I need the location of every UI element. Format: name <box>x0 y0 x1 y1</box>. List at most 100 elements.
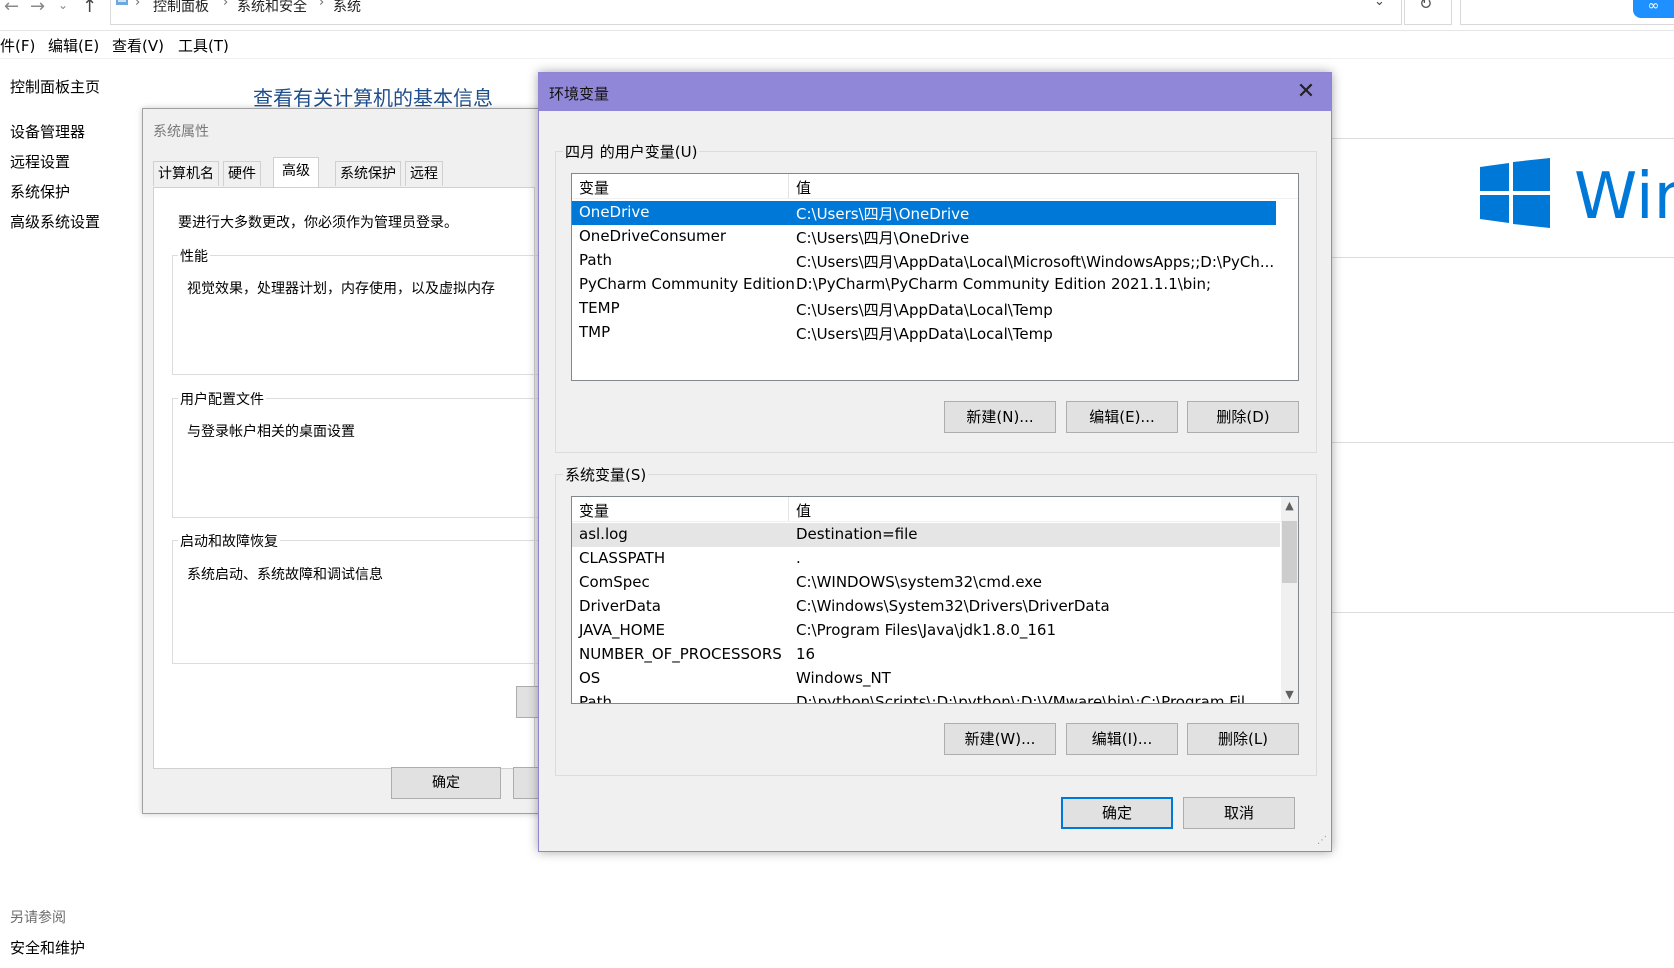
scroll-down-icon[interactable]: ▼ <box>1281 688 1298 701</box>
scrollbar-thumb[interactable] <box>1282 521 1297 583</box>
breadcrumb-system[interactable]: 系统 <box>333 0 361 16</box>
var-value: C:\Users\四月\OneDrive <box>796 205 970 223</box>
user-var-row[interactable]: PyCharm Community Edition D:\PyCharm\PyC… <box>572 273 1276 297</box>
var-name: PyCharm Community Edition <box>579 275 795 293</box>
var-name: TEMP <box>579 299 620 317</box>
see-also-security-link[interactable]: 安全和维护 <box>10 937 85 958</box>
var-name: CLASSPATH <box>579 549 666 567</box>
scroll-up-icon[interactable]: ▲ <box>1281 499 1298 512</box>
address-dropdown-icon[interactable]: ⌄ <box>1374 0 1385 9</box>
list-header: 变量 值 <box>572 174 1298 199</box>
cloud-badge-icon[interactable]: ∞ <box>1633 0 1674 18</box>
breadcrumb-system-security[interactable]: 系统和安全 <box>237 0 307 16</box>
performance-group <box>172 255 554 375</box>
system-delete-button[interactable]: 删除(L) <box>1187 723 1299 755</box>
var-name: OneDrive <box>579 203 650 221</box>
forward-arrow-icon[interactable]: → <box>30 0 45 17</box>
system-new-button[interactable]: 新建(W)... <box>944 723 1056 755</box>
system-var-row[interactable]: OS Windows_NT <box>572 667 1280 691</box>
user-variables-list[interactable]: 变量 值 OneDrive C:\Users\四月\OneDrive OneDr… <box>571 173 1299 381</box>
user-var-row[interactable]: TMP C:\Users\四月\AppData\Local\Temp <box>572 321 1276 345</box>
system-variables-list[interactable]: 变量 值 asl.log Destination=file CLASSPATH … <box>571 496 1299 704</box>
address-bar[interactable]: › 控制面板 › 系统和安全 › 系统 ⌄ <box>110 0 1402 25</box>
sysprops-ok-button[interactable]: 确定 <box>391 767 501 799</box>
system-list-scrollbar[interactable]: ▲ ▼ <box>1281 497 1298 703</box>
var-name: DriverData <box>579 597 661 615</box>
var-name: ComSpec <box>579 573 650 591</box>
startup-recovery-group <box>172 540 554 664</box>
performance-desc: 视觉效果，处理器计划，内存使用，以及虚拟内存 <box>187 281 495 297</box>
user-profile-desc: 与登录帐户相关的桌面设置 <box>187 424 355 440</box>
refresh-icon: ↻ <box>1419 0 1433 13</box>
recent-chevron-icon[interactable]: ⌄ <box>58 0 68 12</box>
refresh-button[interactable]: ↻ <box>1404 0 1452 25</box>
dialog-titlebar[interactable]: 环境变量 ✕ <box>539 73 1331 111</box>
up-arrow-icon[interactable]: ↑ <box>82 0 97 17</box>
close-icon[interactable]: ✕ <box>1291 77 1321 107</box>
user-var-row[interactable]: OneDriveConsumer C:\Users\四月\OneDrive <box>572 225 1276 249</box>
var-value: Windows_NT <box>796 669 891 687</box>
system-properties-dialog: 系统属性 计算机名 硬件 高级 系统保护 远程 要进行大多数更改，你必须作为管理… <box>142 108 554 814</box>
var-value: D:\PyCharm\PyCharm Community Edition 202… <box>796 275 1212 293</box>
system-var-row[interactable]: ComSpec C:\WINDOWS\system32\cmd.exe <box>572 571 1280 595</box>
user-variables-label: 四月 的用户变量(U) <box>563 141 700 162</box>
column-header-variable[interactable]: 变量 <box>579 500 609 521</box>
sidebar-device-manager[interactable]: 设备管理器 <box>10 121 85 142</box>
var-value: C:\WINDOWS\system32\cmd.exe <box>796 573 1042 591</box>
sidebar-advanced-settings[interactable]: 高级系统设置 <box>10 211 100 232</box>
user-new-button[interactable]: 新建(N)... <box>944 401 1056 433</box>
user-delete-button[interactable]: 删除(D) <box>1187 401 1299 433</box>
var-name: NUMBER_OF_PROCESSORS <box>579 645 782 663</box>
performance-label: 性能 <box>178 246 210 266</box>
admin-note: 要进行大多数更改，你必须作为管理员登录。 <box>178 215 458 231</box>
system-var-row[interactable]: Path D:\python\Scripts\;D:\python\;D:\VM… <box>572 691 1280 704</box>
user-var-row[interactable]: OneDrive C:\Users\四月\OneDrive <box>572 201 1276 225</box>
see-also-title: 另请参阅 <box>10 910 66 926</box>
column-header-value[interactable]: 值 <box>796 177 811 198</box>
startup-recovery-desc: 系统启动、系统故障和调试信息 <box>187 567 383 583</box>
user-var-row[interactable]: TEMP C:\Users\四月\AppData\Local\Temp <box>572 297 1276 321</box>
tab-system-protection[interactable]: 系统保护 <box>335 161 401 186</box>
menu-file[interactable]: 件(F) <box>0 35 35 56</box>
system-var-row[interactable]: DriverData C:\Windows\System32\Drivers\D… <box>572 595 1280 619</box>
sidebar-home-link[interactable]: 控制面板主页 <box>10 76 100 97</box>
system-edit-button[interactable]: 编辑(I)... <box>1066 723 1178 755</box>
var-name: JAVA_HOME <box>579 621 666 639</box>
sidebar-system-protection[interactable]: 系统保护 <box>10 181 70 202</box>
breadcrumb-separator-icon: › <box>319 0 325 10</box>
system-variables-label: 系统变量(S) <box>563 464 649 485</box>
dialog-title: 环境变量 <box>549 85 610 103</box>
var-value: C:\Users\四月\AppData\Local\Temp <box>796 301 1053 319</box>
var-value: C:\Users\四月\AppData\Local\Temp <box>796 325 1053 343</box>
back-arrow-icon[interactable]: ← <box>4 0 19 17</box>
tab-remote[interactable]: 远程 <box>405 161 443 186</box>
system-var-row[interactable]: JAVA_HOME C:\Program Files\Java\jdk1.8.0… <box>572 619 1280 643</box>
section-divider <box>1330 138 1674 139</box>
menu-tools[interactable]: 工具(T) <box>178 35 229 56</box>
system-var-row[interactable]: NUMBER_OF_PROCESSORS 16 <box>572 643 1280 667</box>
column-header-value[interactable]: 值 <box>796 500 811 521</box>
column-header-variable[interactable]: 变量 <box>579 177 609 198</box>
menu-divider <box>0 58 1674 59</box>
user-var-row[interactable]: Path C:\Users\四月\AppData\Local\Microsoft… <box>572 249 1276 273</box>
tab-computer-name[interactable]: 计算机名 <box>153 161 219 186</box>
tab-hardware[interactable]: 硬件 <box>223 161 261 186</box>
system-var-row[interactable]: CLASSPATH . <box>572 547 1280 571</box>
system-var-row[interactable]: asl.log Destination=file <box>572 523 1280 547</box>
sidebar-remote-settings[interactable]: 远程设置 <box>10 151 70 172</box>
menu-view[interactable]: 查看(V) <box>112 35 164 56</box>
menu-edit[interactable]: 编辑(E) <box>48 35 99 56</box>
user-edit-button[interactable]: 编辑(E)... <box>1066 401 1178 433</box>
breadcrumb-separator-icon: › <box>135 0 141 10</box>
var-name: Path <box>579 251 612 269</box>
user-profile-label: 用户配置文件 <box>178 389 266 409</box>
user-profile-group <box>172 398 554 518</box>
cancel-button[interactable]: 取消 <box>1183 797 1295 829</box>
ok-button[interactable]: 确定 <box>1061 797 1173 829</box>
resize-grip-icon[interactable]: ⋰ <box>1317 835 1327 846</box>
var-name: Path <box>579 693 612 704</box>
var-value: . <box>796 549 801 567</box>
breadcrumb-control-panel[interactable]: 控制面板 <box>153 0 209 16</box>
tab-advanced[interactable]: 高级 <box>273 157 319 188</box>
section-divider <box>1330 257 1674 258</box>
